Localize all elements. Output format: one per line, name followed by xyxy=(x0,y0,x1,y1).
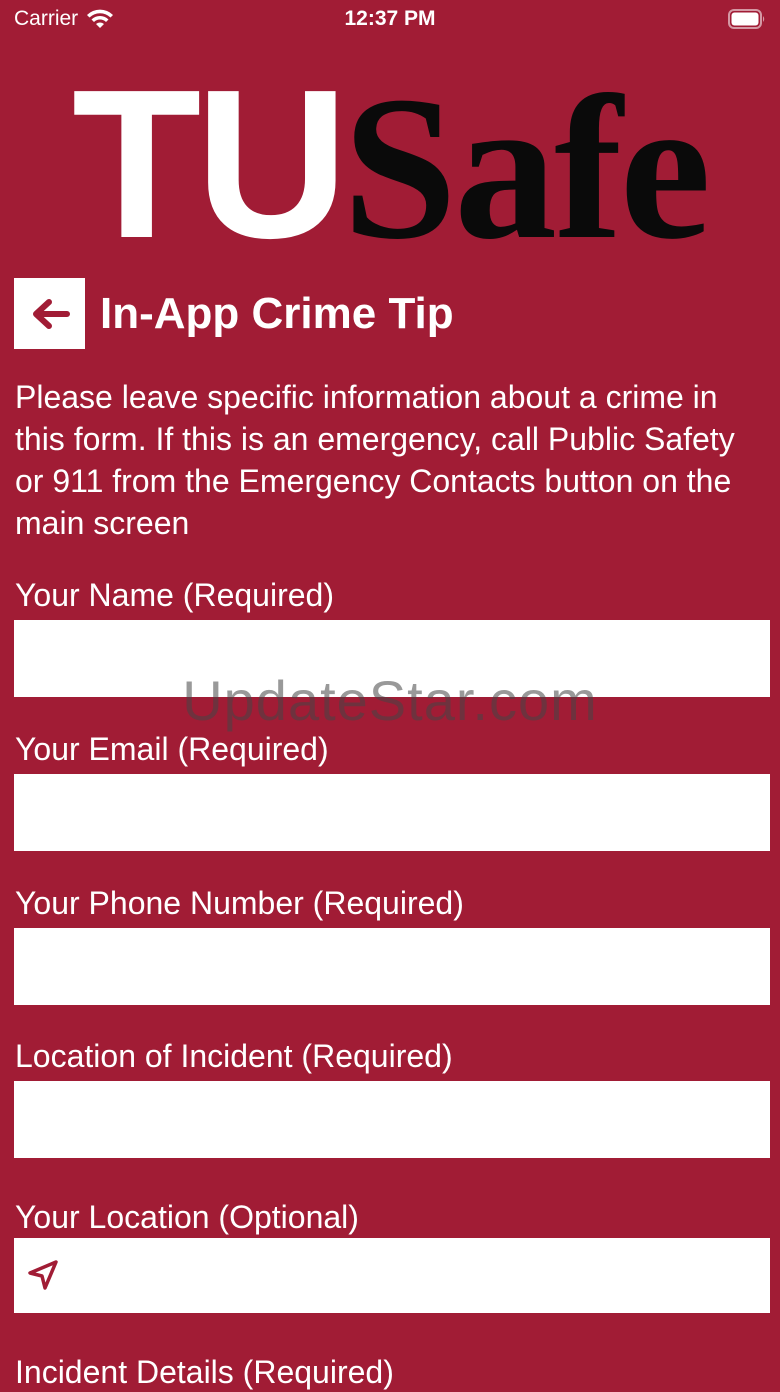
your-location-field xyxy=(14,1238,770,1313)
your-location-label: Your Location (Optional) xyxy=(15,1199,359,1235)
page-title: In-App Crime Tip xyxy=(100,289,454,338)
email-label: Your Email (Required) xyxy=(15,731,329,767)
logo-safe: Safe xyxy=(342,53,712,282)
arrow-left-icon xyxy=(32,298,70,329)
battery-icon xyxy=(728,9,765,29)
incident-details-label: Incident Details (Required) xyxy=(15,1354,394,1390)
back-button[interactable] xyxy=(14,278,85,349)
name-label: Your Name (Required) xyxy=(15,577,334,613)
email-input[interactable] xyxy=(14,774,770,851)
status-time: 12:37 PM xyxy=(344,7,436,30)
phone-label: Your Phone Number (Required) xyxy=(15,885,464,921)
your-location-input[interactable] xyxy=(74,1238,770,1313)
name-input[interactable] xyxy=(14,620,770,697)
incident-location-input[interactable] xyxy=(14,1081,770,1158)
logo-tu: TU xyxy=(71,45,349,282)
phone-input[interactable] xyxy=(14,928,770,1005)
intro-text: Please leave specific information about … xyxy=(15,379,735,541)
incident-location-label: Location of Incident (Required) xyxy=(15,1038,453,1074)
tusafe-logo: TUSafe xyxy=(0,58,780,271)
location-arrow-icon[interactable] xyxy=(26,1258,60,1292)
status-bar: Carrier 12:37 PM xyxy=(0,0,780,40)
